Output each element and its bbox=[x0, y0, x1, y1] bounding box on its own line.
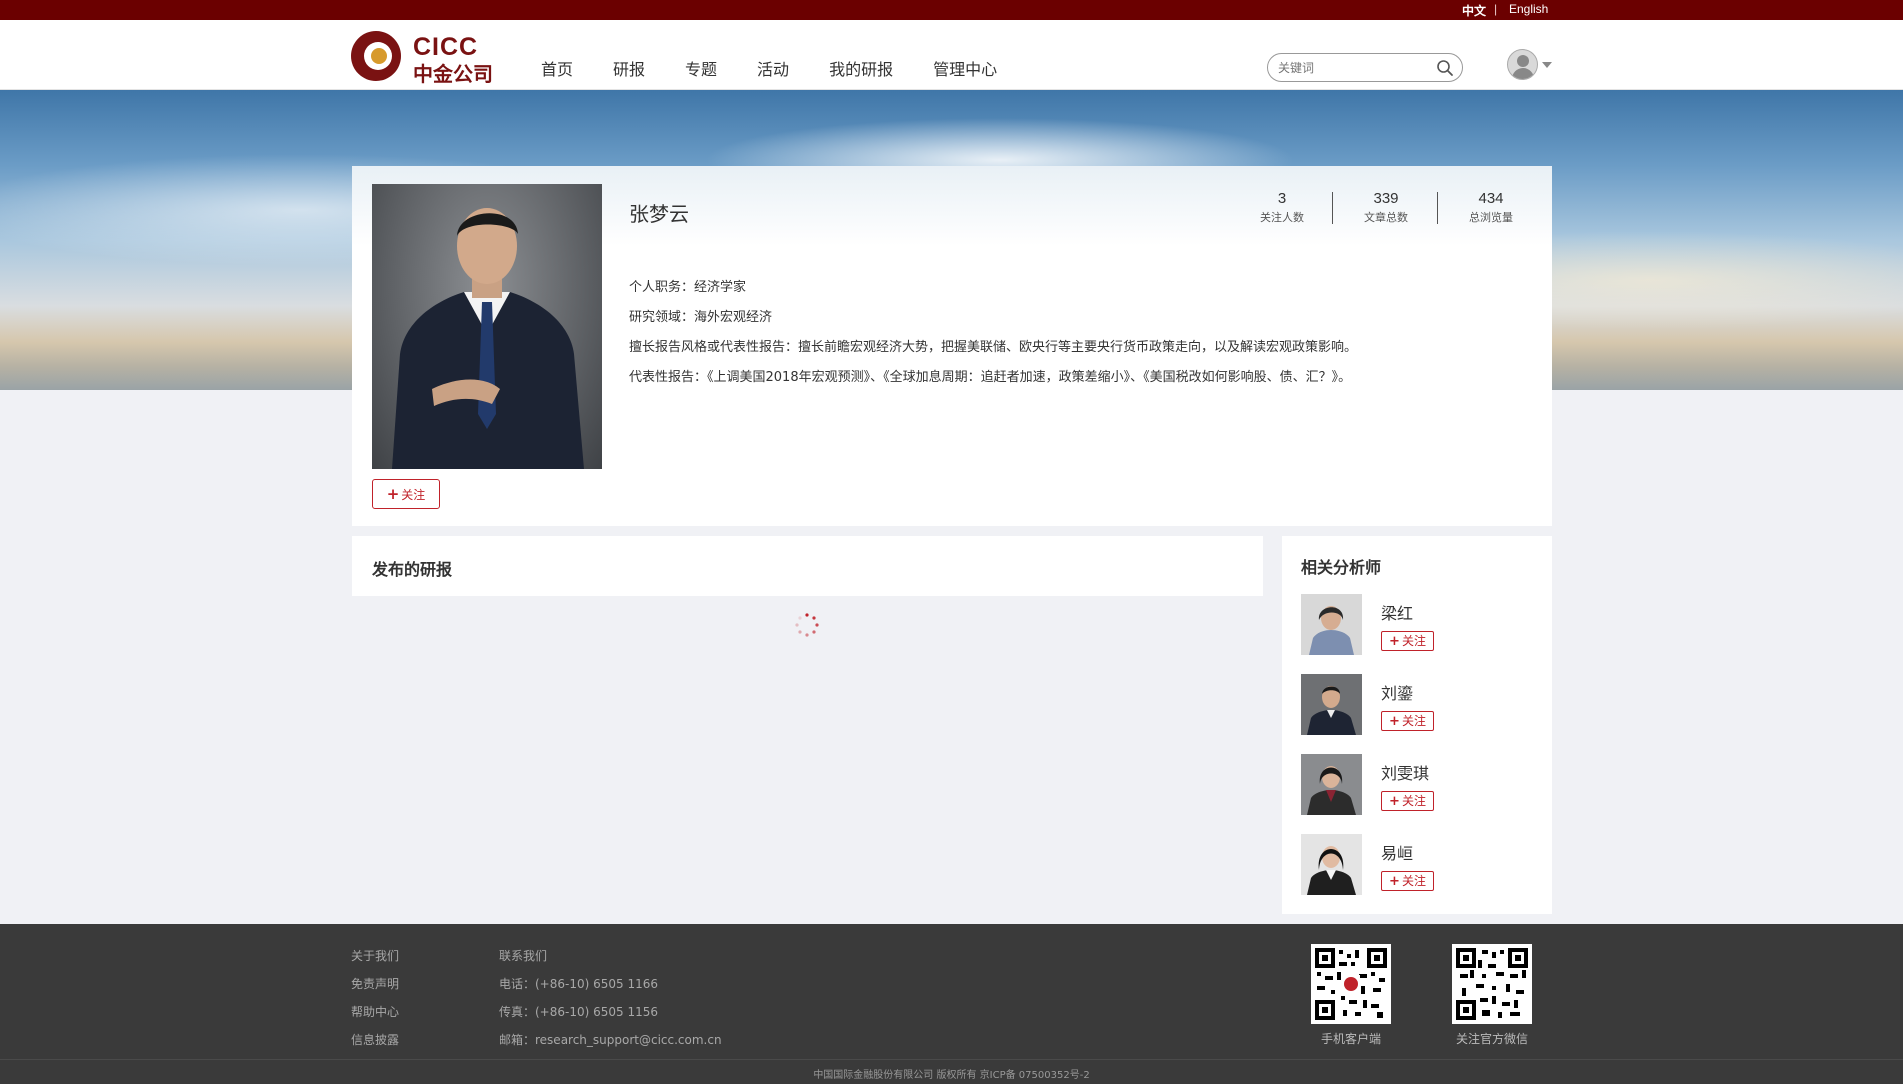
footer-links-col: 关于我们 免责声明 帮助中心 信息披露 bbox=[351, 942, 399, 1054]
search-box bbox=[1267, 53, 1463, 82]
analyst-portrait-icon bbox=[1301, 834, 1362, 895]
follow-related-analyst-button[interactable]: + 关注 bbox=[1381, 791, 1434, 811]
lang-english-link[interactable]: English bbox=[1509, 2, 1548, 16]
stat-divider bbox=[1332, 192, 1333, 224]
related-analyst-photo[interactable] bbox=[1301, 834, 1362, 895]
plus-icon: + bbox=[386, 485, 400, 503]
qr-code-app bbox=[1311, 944, 1391, 1024]
analyst-portrait-icon bbox=[1301, 754, 1362, 815]
footer-disclosure-link[interactable]: 信息披露 bbox=[351, 1026, 399, 1054]
stat-articles: 339 文章总数 bbox=[1336, 190, 1436, 225]
info-research-area: 研究领域：海外宏观经济 bbox=[629, 310, 773, 325]
info-position: 个人职务：经济学家 bbox=[629, 280, 747, 295]
footer-disclaimer-link[interactable]: 免责声明 bbox=[351, 970, 399, 998]
site-footer: 关于我们 免责声明 帮助中心 信息披露 联系我们 电话：(+86-10) 650… bbox=[0, 924, 1903, 1084]
qr-code-wechat bbox=[1452, 944, 1532, 1024]
chevron-down-icon bbox=[1542, 62, 1552, 68]
qr-app-caption: 手机客户端 bbox=[1320, 1032, 1381, 1046]
footer-phone: 电话：(+86-10) 6505 1166 bbox=[499, 977, 658, 991]
follow-analyst-button[interactable]: + 关注 bbox=[372, 479, 440, 509]
analyst-portrait-icon bbox=[1301, 674, 1362, 735]
related-analysts-title: 相关分析师 bbox=[1301, 558, 1382, 577]
stat-divider bbox=[1437, 192, 1438, 224]
lang-separator: | bbox=[1494, 2, 1498, 16]
footer-divider bbox=[0, 1059, 1903, 1060]
footer-about-link[interactable]: 关于我们 bbox=[351, 942, 399, 970]
analyst-profile-card: + 关注 张梦云 3 关注人数 339 文章总数 434 总浏览量 个人职务：经济… bbox=[352, 166, 1552, 526]
footer-fax: 传真：(+86-10) 6505 1156 bbox=[499, 1005, 658, 1019]
related-analyst-item: 刘鎏 + 关注 bbox=[1301, 674, 1541, 736]
follow-related-analyst-button[interactable]: + 关注 bbox=[1381, 631, 1434, 651]
nav-admin-center[interactable]: 管理中心 bbox=[933, 56, 997, 80]
analyst-portrait-icon bbox=[1301, 594, 1362, 655]
nav-topics[interactable]: 专题 bbox=[685, 56, 717, 80]
user-menu-button[interactable] bbox=[1507, 49, 1553, 83]
info-representative-reports: 代表性报告：《上调美国2018年宏观预测》、《全球加息周期：追赶者加速，政策差缩… bbox=[629, 370, 1352, 385]
lang-chinese-link[interactable]: 中文 bbox=[1462, 2, 1486, 19]
published-research-panel: 发布的研报 bbox=[352, 536, 1263, 596]
nav-my-research[interactable]: 我的研报 bbox=[829, 56, 893, 80]
follow-label: 关注 bbox=[1401, 794, 1426, 808]
published-research-title: 发布的研报 bbox=[372, 560, 453, 579]
stat-views-label: 总浏览量 bbox=[1469, 211, 1513, 224]
plus-icon: + bbox=[1389, 874, 1400, 889]
analyst-info: 个人职务：经济学家 研究领域：海外宏观经济 擅长报告风格或代表性报告：擅长前瞻宏… bbox=[629, 273, 1357, 393]
stat-followers-label: 关注人数 bbox=[1260, 211, 1304, 224]
search-icon[interactable] bbox=[1436, 59, 1454, 77]
related-analyst-name[interactable]: 刘鎏 bbox=[1381, 680, 1413, 704]
related-analyst-name[interactable]: 梁红 bbox=[1381, 600, 1413, 624]
nav-research[interactable]: 研报 bbox=[613, 56, 645, 80]
copyright-text: 中国国际金融股份有限公司 版权所有 京ICP备 07500352号-2 bbox=[813, 1070, 1090, 1081]
analyst-photo bbox=[372, 184, 602, 469]
footer-email[interactable]: 邮箱：research_support@cicc.com.cn bbox=[499, 1026, 722, 1054]
related-analysts-panel: 相关分析师 梁红 + 关注 刘鎏 + 关注 刘雯琪 + 关注 易峘 + 关注 bbox=[1282, 536, 1552, 914]
user-avatar-icon bbox=[1507, 49, 1538, 80]
stat-views: 434 总浏览量 bbox=[1441, 190, 1541, 225]
follow-label: 关注 bbox=[1401, 874, 1426, 888]
loading-spinner-icon bbox=[795, 613, 819, 637]
related-analyst-item: 易峘 + 关注 bbox=[1301, 834, 1541, 896]
plus-icon: + bbox=[1389, 714, 1400, 729]
cicc-logo-mark-icon bbox=[351, 31, 401, 81]
language-bar: 中文 | English bbox=[0, 0, 1903, 20]
qr-code-icon bbox=[1315, 948, 1387, 1020]
analyst-name: 张梦云 bbox=[629, 202, 689, 226]
nav-events[interactable]: 活动 bbox=[757, 56, 789, 80]
cicc-logo[interactable]: CICC 中金公司 bbox=[351, 29, 496, 86]
related-analyst-item: 刘雯琪 + 关注 bbox=[1301, 754, 1541, 816]
related-analyst-photo[interactable] bbox=[1301, 594, 1362, 655]
stat-followers: 3 关注人数 bbox=[1232, 190, 1332, 225]
follow-related-analyst-button[interactable]: + 关注 bbox=[1381, 711, 1434, 731]
search-input[interactable] bbox=[1278, 59, 1428, 77]
qr-wechat-caption: 关注官方微信 bbox=[1455, 1032, 1528, 1046]
analyst-portrait-icon bbox=[392, 208, 584, 469]
stat-followers-value: 3 bbox=[1277, 190, 1287, 207]
site-header: CICC 中金公司 首页 研报 专题 活动 我的研报 管理中心 bbox=[0, 20, 1903, 90]
follow-related-analyst-button[interactable]: + 关注 bbox=[1381, 871, 1434, 891]
plus-icon: + bbox=[1389, 794, 1400, 809]
footer-contact-col: 联系我们 电话：(+86-10) 6505 1166 传真：(+86-10) 6… bbox=[499, 942, 722, 1054]
related-analyst-photo[interactable] bbox=[1301, 754, 1362, 815]
related-analyst-name[interactable]: 易峘 bbox=[1381, 840, 1413, 864]
stat-articles-label: 文章总数 bbox=[1364, 211, 1408, 224]
follow-label: 关注 bbox=[1401, 634, 1426, 648]
analyst-stats: 3 关注人数 339 文章总数 434 总浏览量 bbox=[1232, 190, 1532, 230]
nav-home[interactable]: 首页 bbox=[541, 56, 573, 80]
qr-code-icon bbox=[1456, 948, 1528, 1020]
footer-help-link[interactable]: 帮助中心 bbox=[351, 998, 399, 1026]
footer-contact-link[interactable]: 联系我们 bbox=[499, 942, 722, 970]
related-analyst-photo[interactable] bbox=[1301, 674, 1362, 735]
follow-label: 关注 bbox=[401, 488, 426, 502]
stat-views-value: 434 bbox=[1478, 190, 1504, 207]
main-nav: 首页 研报 专题 活动 我的研报 管理中心 bbox=[541, 56, 1037, 80]
stat-articles-value: 339 bbox=[1373, 190, 1399, 207]
related-analyst-item: 梁红 + 关注 bbox=[1301, 594, 1541, 656]
info-report-style: 擅长报告风格或代表性报告：擅长前瞻宏观经济大势，把握美联储、欧央行等主要央行货币… bbox=[629, 340, 1358, 355]
plus-icon: + bbox=[1389, 634, 1400, 649]
logo-text-cn: 中金公司 bbox=[413, 62, 493, 86]
related-analyst-name[interactable]: 刘雯琪 bbox=[1381, 760, 1429, 784]
follow-label: 关注 bbox=[1401, 714, 1426, 728]
